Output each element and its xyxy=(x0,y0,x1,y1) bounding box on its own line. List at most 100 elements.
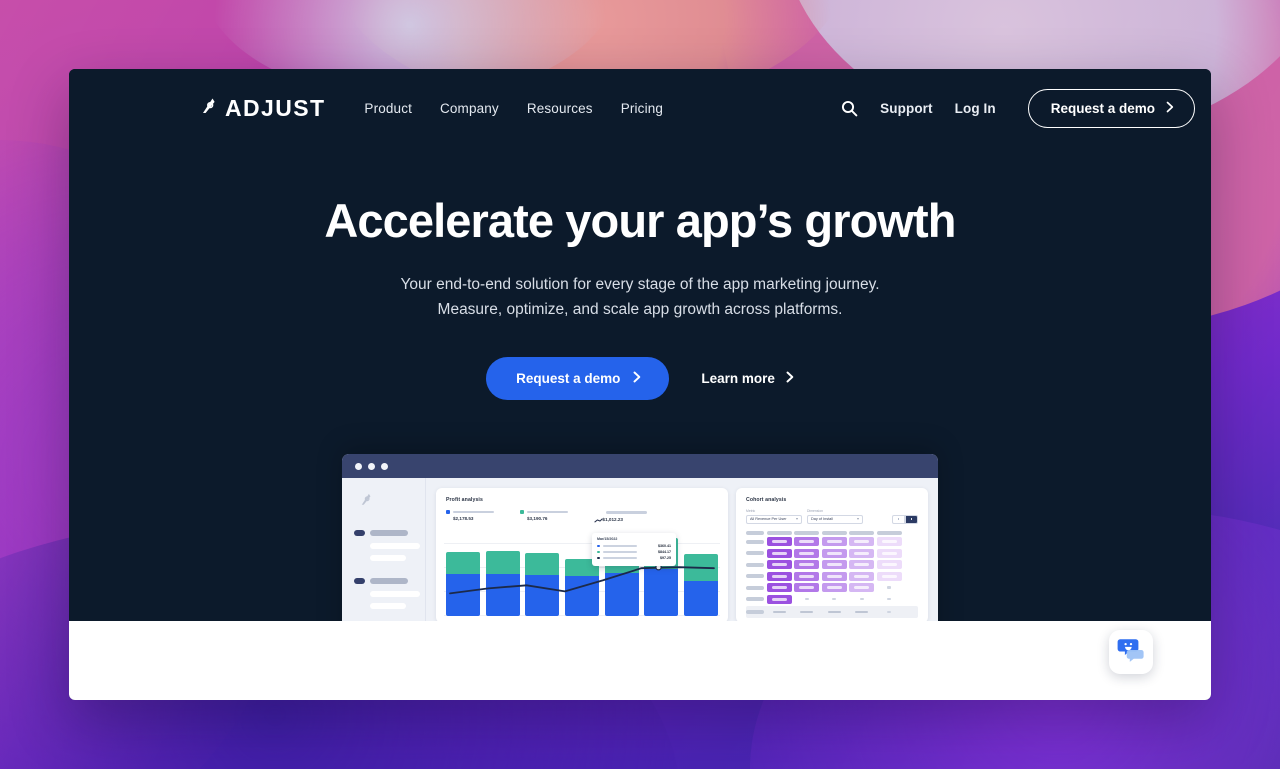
cohort-col-header xyxy=(821,530,847,535)
mockup-sidebar-group-header[interactable] xyxy=(354,578,415,584)
request-demo-hero-label: Request a demo xyxy=(516,370,621,386)
list-item[interactable] xyxy=(370,603,406,609)
learn-more-link[interactable]: Learn more xyxy=(701,371,794,386)
toggle-dot-icon xyxy=(897,518,900,520)
hero-subtitle: Your end-to-end solution for every stage… xyxy=(400,275,880,318)
cohort-total-row xyxy=(746,606,918,618)
cohort-col-header xyxy=(766,530,792,535)
adjust-logo[interactable]: ADJUST xyxy=(201,96,325,121)
mockup-sidebar-group xyxy=(354,530,420,561)
window-dot-minimize xyxy=(368,462,375,470)
table-row xyxy=(746,583,918,592)
cohort-metric-select[interactable]: All Revenue Per User xyxy=(746,514,802,524)
cohort-cell xyxy=(794,583,819,592)
cohort-cell xyxy=(766,560,792,569)
chevron-down-icon xyxy=(857,518,859,520)
page-title: Accelerate your app’s growth xyxy=(324,194,956,247)
chevron-right-icon xyxy=(633,371,641,386)
mockup-window-titlebar xyxy=(342,454,938,478)
cohort-cell-empty xyxy=(822,595,847,604)
cohort-cell xyxy=(821,548,847,558)
cohort-cell xyxy=(821,571,847,581)
mockup-sidebar-group xyxy=(354,578,420,609)
tooltip-label-placeholder xyxy=(602,545,637,547)
list-item[interactable] xyxy=(370,591,420,597)
cohort-cell xyxy=(876,560,902,569)
cohort-total-cell xyxy=(794,608,819,617)
nav-link-company[interactable]: Company xyxy=(440,101,499,116)
sidebar-bullet-icon xyxy=(354,530,365,536)
tooltip-value: $97.25 xyxy=(660,556,671,560)
hero-cta-group: Request a demo Learn more xyxy=(69,356,1211,400)
cohort-dimension-select[interactable]: Day of Install xyxy=(807,514,863,524)
cohort-row-label-placeholder xyxy=(746,574,764,578)
table-row xyxy=(746,560,918,569)
cohort-row-label-placeholder xyxy=(746,530,764,535)
profit-analysis-chart: Mar/15/2022 $360.41 $844.17 $97.25 xyxy=(444,533,720,616)
cohort-cell xyxy=(849,571,874,581)
cohort-row-label-placeholder xyxy=(746,585,764,590)
cohort-row-label-placeholder xyxy=(746,597,764,601)
cohort-cell xyxy=(876,548,902,558)
list-item[interactable] xyxy=(370,555,406,561)
chart-tooltip: Mar/15/2022 $360.41 $844.17 $97.25 xyxy=(592,533,676,566)
cohort-cell xyxy=(849,537,874,546)
cohort-analysis-title: Cohort analysis xyxy=(746,497,787,503)
mockup-sidebar-group-header[interactable] xyxy=(354,530,415,536)
table-row xyxy=(746,594,918,604)
mockup-sidebar-logo-icon xyxy=(360,492,415,512)
cohort-cell xyxy=(849,560,874,569)
cohort-total-cell xyxy=(849,608,874,617)
cohort-filter-dimension: Dimension Day of Install xyxy=(807,509,863,524)
learn-more-label: Learn more xyxy=(701,370,775,386)
legend-value: $2,178.53 xyxy=(453,516,474,521)
cohort-cell xyxy=(821,583,847,592)
cohort-col-header xyxy=(794,530,819,535)
nav-link-support[interactable]: Support xyxy=(880,101,932,116)
mockup-card-row-top: Profit analysis $2,178.53 $3,190.76 -$1,… xyxy=(436,488,928,623)
table-row xyxy=(746,537,918,546)
cohort-heatmap xyxy=(746,530,918,618)
cohort-row-label-placeholder xyxy=(746,539,764,544)
tooltip-value: $844.17 xyxy=(658,550,671,554)
cohort-cell xyxy=(766,594,792,604)
nav-link-login[interactable]: Log In xyxy=(955,101,996,116)
nav-link-product[interactable]: Product xyxy=(364,101,412,116)
legend-entry-teal: $3,190.76 xyxy=(520,510,568,522)
cohort-cell xyxy=(766,537,792,546)
legend-label-placeholder xyxy=(606,511,647,514)
toggle-dot-icon xyxy=(910,518,913,520)
cohort-cell xyxy=(876,537,902,546)
cohort-cell xyxy=(794,571,819,581)
nav-link-resources[interactable]: Resources xyxy=(527,101,593,116)
request-demo-nav-label: Request a demo xyxy=(1050,101,1155,116)
toggle-list-view[interactable] xyxy=(892,514,905,524)
legend-label-placeholder xyxy=(453,510,494,514)
cohort-cell xyxy=(766,548,792,558)
filter-label: Metric xyxy=(746,509,756,513)
legend-entry-line: -$1,012.23 xyxy=(594,510,647,523)
legend-label-placeholder xyxy=(527,510,568,514)
tooltip-row: $360.41 xyxy=(597,544,671,548)
tooltip-dot-icon xyxy=(597,550,600,554)
toggle-grid-view[interactable] xyxy=(905,514,918,524)
chevron-down-icon xyxy=(796,518,798,520)
cohort-total-cell xyxy=(877,608,902,617)
window-dot-maximize xyxy=(381,462,388,470)
legend-swatch-teal-icon xyxy=(520,510,524,514)
list-item[interactable] xyxy=(370,543,420,549)
search-icon[interactable] xyxy=(841,100,858,117)
adjust-a-mark-icon xyxy=(201,96,223,121)
cohort-metric-value: All Revenue Per User xyxy=(750,517,787,521)
request-demo-button-hero[interactable]: Request a demo xyxy=(486,356,670,400)
tooltip-dot-icon xyxy=(597,556,600,560)
cohort-cell-empty xyxy=(877,583,902,592)
browser-page-card: ADJUST Product Company Resources Pricing… xyxy=(69,69,1211,700)
nav-link-pricing[interactable]: Pricing xyxy=(621,101,663,116)
legend-value: -$1,012.23 xyxy=(601,517,623,522)
chevron-right-icon xyxy=(1166,101,1174,116)
request-demo-button-nav[interactable]: Request a demo xyxy=(1027,89,1195,128)
chat-widget-button[interactable] xyxy=(1109,630,1153,674)
profit-analysis-legend: $2,178.53 $3,190.76 -$1,012.23 xyxy=(446,510,718,523)
cohort-view-toggle[interactable] xyxy=(892,514,918,524)
